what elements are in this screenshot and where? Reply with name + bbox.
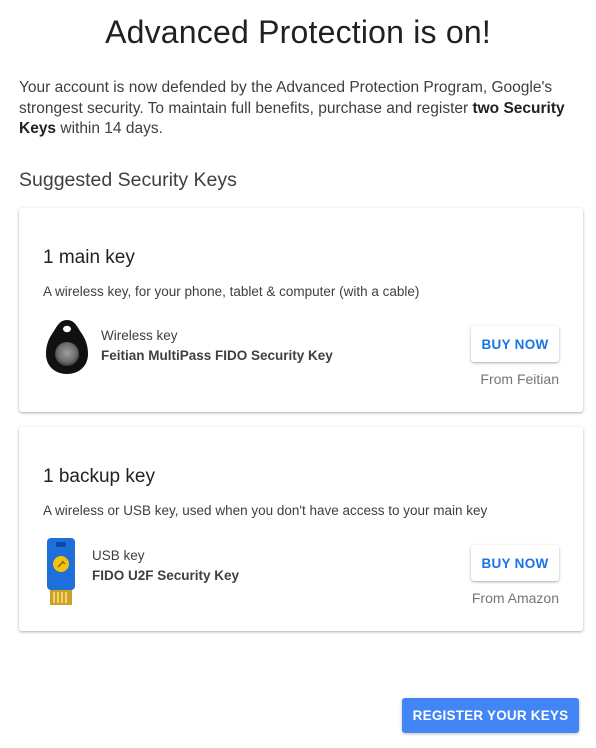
key-type-label: Wireless key (101, 328, 178, 343)
buy-now-button[interactable]: BUY NOW (471, 326, 559, 362)
intro-text: Your account is now defended by the Adva… (19, 78, 585, 140)
buy-now-button[interactable]: BUY NOW (471, 545, 559, 581)
card-description: A wireless or USB key, used when you don… (43, 503, 488, 518)
usb-key-icon (45, 536, 77, 613)
card-title: 1 backup key (43, 466, 155, 487)
intro-text-end: within 14 days. (56, 120, 163, 137)
card-description: A wireless key, for your phone, tablet &… (43, 284, 420, 299)
key-name-label: Feitian MultiPass FIDO Security Key (101, 348, 333, 363)
key-type-label: USB key (92, 548, 145, 563)
backup-key-card: 1 backup key A wireless or USB key, used… (19, 427, 583, 631)
source-label: From Amazon (471, 590, 559, 606)
source-label: From Feitian (480, 371, 559, 387)
register-keys-button[interactable]: REGISTER YOUR KEYS (402, 698, 579, 733)
wireless-key-icon (44, 318, 90, 381)
page-title: Advanced Protection is on! (105, 14, 491, 50)
main-key-card: 1 main key A wireless key, for your phon… (19, 208, 583, 412)
card-title: 1 main key (43, 247, 135, 268)
key-name-label: FIDO U2F Security Key (92, 568, 240, 583)
section-title: Suggested Security Keys (19, 169, 237, 191)
